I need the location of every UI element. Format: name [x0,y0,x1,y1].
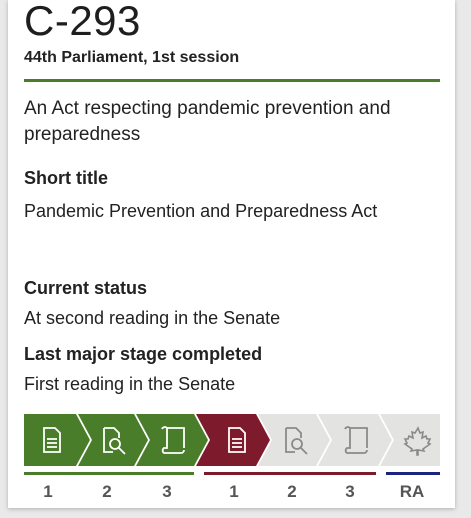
last-stage: First reading in the Senate [24,374,236,394]
stage-label-house-1: 1 [43,482,53,501]
short-title: Pandemic Prevention and Preparedness Act [24,201,378,221]
current-status: At second reading in the Senate [24,308,281,328]
long-title: An Act respecting pandemic prevention an… [24,98,391,145]
stage-progress-chevrons [24,414,440,466]
chamber-underlines [24,472,440,475]
current-status-label: Current status [24,278,148,298]
stage-label-senate-2: 2 [287,482,297,501]
stage-label-senate-3: 3 [345,482,355,501]
stage-chevron-house-1[interactable] [24,414,90,466]
stage-label-royal-assent: RA [399,482,425,501]
senate-underline [204,472,376,475]
bill-card: C-293 44th Parliament, 1st session An Ac… [8,0,455,508]
last-stage-label: Last major stage completed [24,344,263,364]
bill-number: C-293 [24,0,141,44]
header-divider [24,79,440,82]
parliament-session: 44th Parliament, 1st session [24,49,240,66]
stage-label-senate-1: 1 [229,482,239,501]
stage-label-house-3: 3 [162,482,172,501]
stage-label-house-2: 2 [102,482,112,501]
royal-assent-underline [386,472,440,475]
short-title-label: Short title [24,168,108,188]
house-underline [24,472,194,475]
